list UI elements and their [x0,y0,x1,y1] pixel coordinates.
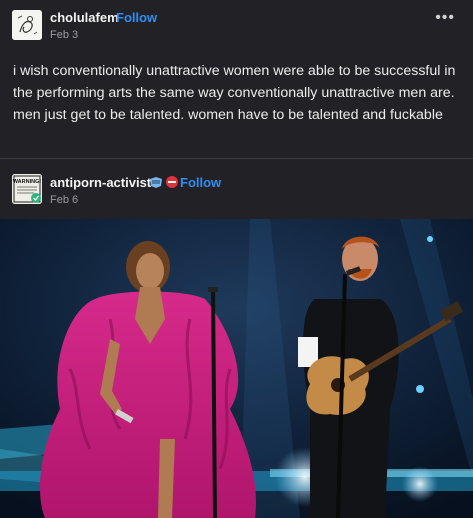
username[interactable]: cholulafem [50,10,119,25]
follow-button[interactable]: Follow [116,10,157,25]
badge-icon-blue [150,177,162,188]
no-entry-icon [166,176,178,188]
reblog-post: WARNING! antiporn-activist Follow Feb 6 [0,158,473,518]
username[interactable]: antiporn-activist [50,175,151,190]
avatar-warning-text: WARNING! [13,179,42,185]
post-date[interactable]: Feb 3 [50,29,78,41]
follow-button[interactable]: Follow [180,175,221,190]
post-text: i wish conventionally unattractive women… [13,63,456,123]
sketch-avatar-icon [12,10,42,40]
concert-photo[interactable] [0,219,473,518]
user-badges [149,175,179,189]
avatar-cholulafem[interactable] [12,10,42,40]
more-options-icon[interactable]: ••• [435,9,455,27]
original-post: cholulafem Follow Feb 3 ••• i wish conve… [0,0,473,158]
avatar-antiporn-activist[interactable]: WARNING! [12,174,42,204]
post-date[interactable]: Feb 6 [50,194,78,206]
warning-sign-avatar-icon: WARNING! [12,174,42,204]
